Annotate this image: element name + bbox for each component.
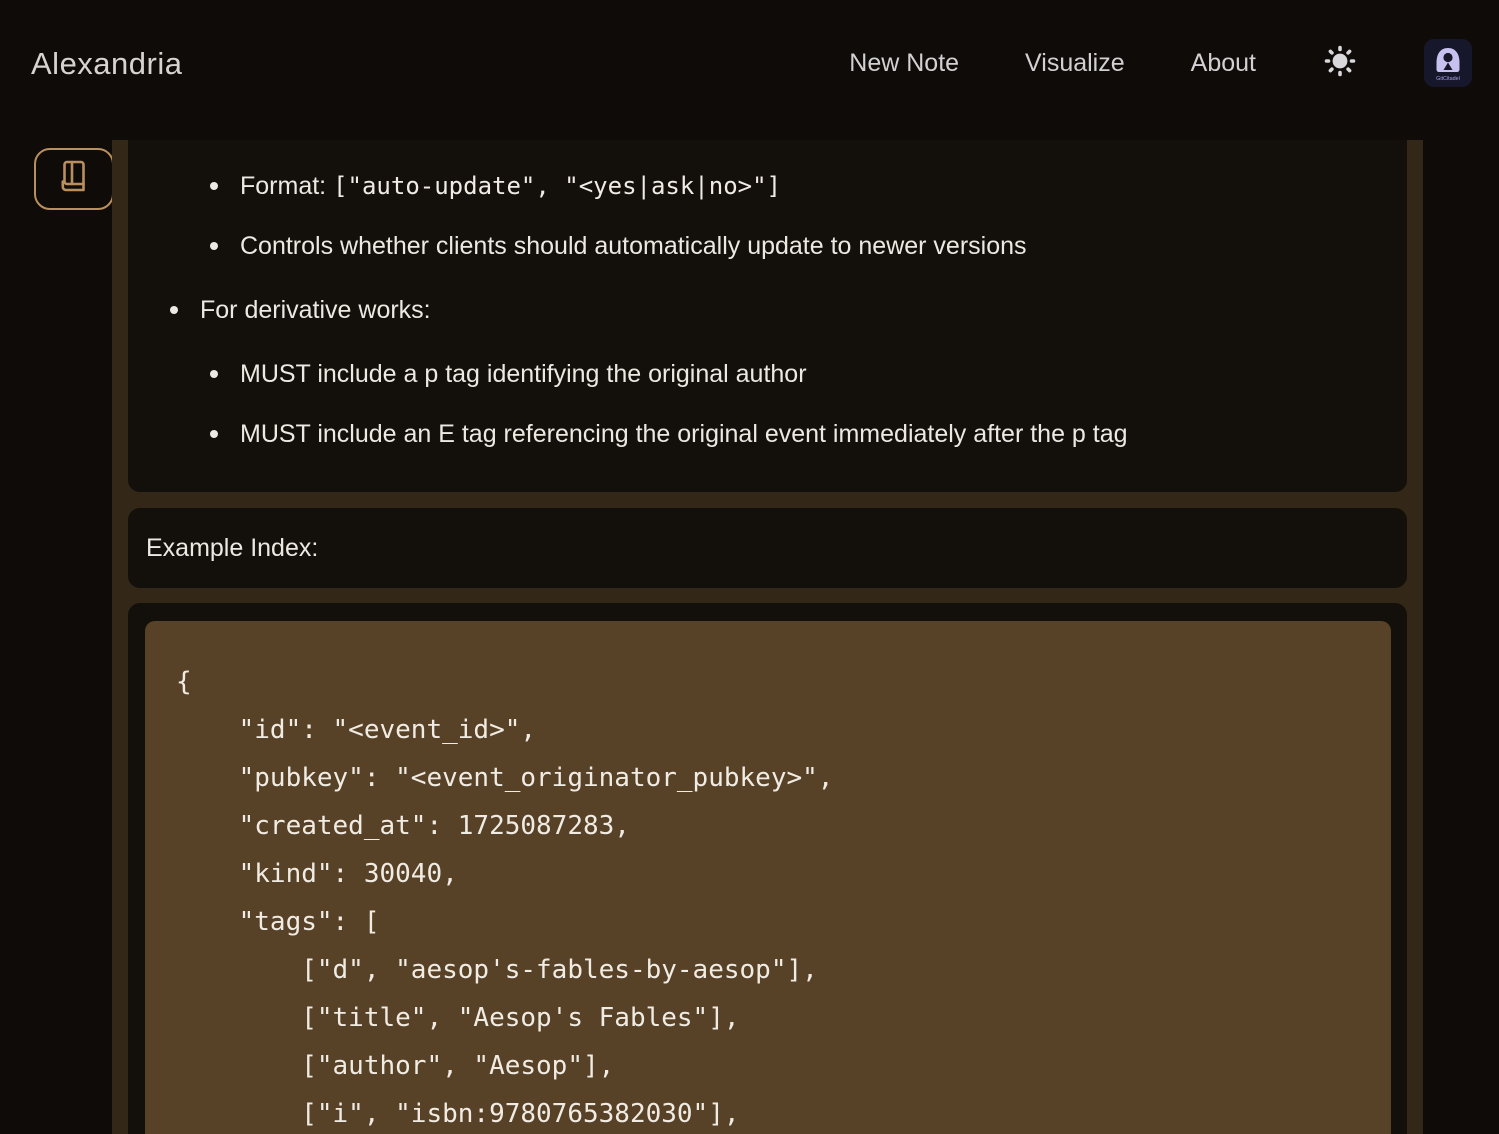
json-code-block[interactable]: { "id": "<event_id>", "pubkey": "<event_…	[145, 621, 1391, 1134]
list-item-derivative-works: For derivative works:	[146, 292, 1389, 328]
list-item-text: MUST include an E tag referencing the or…	[218, 416, 1128, 452]
list-item-text: For derivative works:	[178, 292, 431, 328]
code-line: {	[176, 658, 1361, 706]
code-line: ["d", "aesop's-fables-by-aesop"],	[176, 946, 1361, 994]
nav-link-visualize[interactable]: Visualize	[1025, 49, 1125, 78]
sidebar-toggle-button[interactable]	[34, 148, 114, 210]
top-navbar: Alexandria New Note Visualize About	[0, 0, 1499, 140]
nav-link-new-note[interactable]: New Note	[849, 49, 959, 78]
code-line: "id": "<event_id>",	[176, 706, 1361, 754]
navbar-links: New Note Visualize About	[849, 38, 1472, 88]
spec-rules-card: Format: ["auto-update", "<yes|ask|no>"] …	[128, 140, 1407, 492]
code-line: ["author", "Aesop"],	[176, 1042, 1361, 1090]
code-line: "created_at": 1725087283,	[176, 802, 1361, 850]
main-content-area: Format: ["auto-update", "<yes|ask|no>"] …	[112, 140, 1423, 1134]
bullet-dot	[210, 370, 218, 378]
code-example-card: { "id": "<event_id>", "pubkey": "<event_…	[128, 603, 1407, 1134]
bullet-dot	[210, 182, 218, 190]
code-line: ["title", "Aesop's Fables"],	[176, 994, 1361, 1042]
profile-avatar[interactable]: GitCitadel	[1424, 39, 1472, 87]
code-line: ["i", "isbn:9780765382030"],	[176, 1090, 1361, 1134]
code-line: "pubkey": "<event_originator_pubkey>",	[176, 754, 1361, 802]
bullet-dot	[210, 242, 218, 250]
example-index-label: Example Index:	[146, 534, 318, 562]
example-index-card: Example Index:	[128, 508, 1407, 588]
code-line: "tags": [	[176, 898, 1361, 946]
list-item-text: MUST include a p tag identifying the ori…	[218, 356, 807, 392]
code-line: "kind": 30040,	[176, 850, 1361, 898]
bullet-dot	[210, 430, 218, 438]
nav-link-about[interactable]: About	[1191, 49, 1256, 78]
app-title[interactable]: Alexandria	[31, 46, 182, 82]
svg-text:GitCitadel: GitCitadel	[1436, 76, 1460, 82]
list-item-controls: Controls whether clients should automati…	[146, 228, 1389, 264]
list-item-text: Controls whether clients should automati…	[218, 228, 1027, 264]
sun-icon	[1322, 43, 1358, 84]
list-item-text: Format: ["auto-update", "<yes|ask|no>"]	[218, 168, 781, 204]
list-item-must-p-tag: MUST include a p tag identifying the ori…	[146, 356, 1389, 392]
list-item-format: Format: ["auto-update", "<yes|ask|no>"]	[146, 168, 1389, 204]
book-icon	[52, 156, 96, 203]
theme-toggle-button[interactable]	[1322, 45, 1358, 81]
list-item-must-e-tag: MUST include an E tag referencing the or…	[146, 416, 1389, 452]
bullet-dot	[170, 306, 178, 314]
inline-code: ["auto-update", "<yes|ask|no>"]	[333, 172, 781, 200]
gitcitadel-logo-icon: GitCitadel	[1424, 39, 1472, 87]
